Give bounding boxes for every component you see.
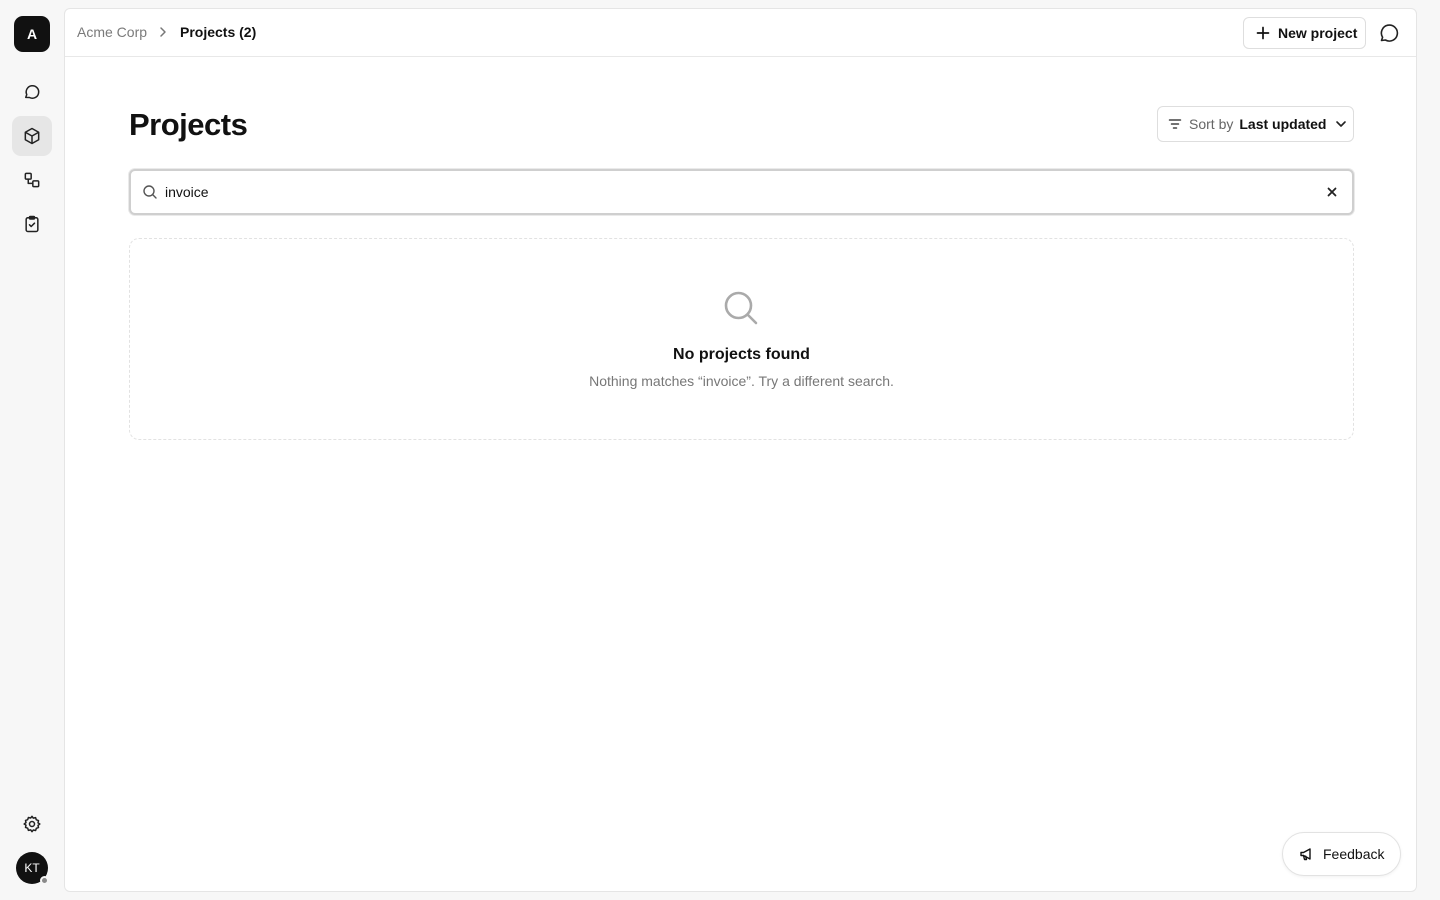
org-avatar[interactable]: A: [14, 16, 50, 52]
empty-state-message: Nothing matches “invoice”. Try a differe…: [589, 373, 894, 389]
new-project-label: New project: [1278, 25, 1358, 41]
search-field[interactable]: [129, 169, 1354, 215]
main-panel: Acme Corp Projects (2) New project Proje…: [64, 8, 1417, 892]
settings-button[interactable]: [12, 804, 52, 844]
breadcrumb-current: Projects (2): [180, 24, 257, 40]
workflow-icon: [24, 172, 40, 188]
new-project-button[interactable]: New project: [1243, 17, 1366, 49]
empty-state: No projects found Nothing matches “invoi…: [129, 238, 1354, 440]
search-icon: [143, 185, 157, 199]
user-avatar[interactable]: KT: [16, 852, 49, 885]
clear-search-icon[interactable]: [1324, 184, 1340, 200]
chevron-down-icon: [1336, 121, 1347, 127]
feedback-label: Feedback: [1323, 846, 1385, 862]
empty-state-title: No projects found: [673, 346, 810, 363]
breadcrumb-root[interactable]: Acme Corp: [77, 24, 147, 40]
sort-value: Last updated: [1239, 116, 1327, 132]
plus-icon: [1256, 26, 1270, 40]
workflows-nav-button[interactable]: [12, 160, 52, 200]
top-bar: Acme Corp Projects (2) New project: [65, 9, 1416, 57]
page-title: Projects: [129, 107, 248, 142]
assistant-chat-icon[interactable]: [1377, 21, 1401, 45]
chevron-right-icon: [160, 27, 166, 37]
tasks-nav-button[interactable]: [12, 204, 52, 244]
left-rail: A KT: [0, 0, 64, 900]
projects-nav-button[interactable]: [12, 116, 52, 156]
gear-icon: [23, 815, 41, 833]
chat-bubble-icon: [25, 84, 40, 99]
sort-label: Sort by: [1189, 116, 1234, 132]
user-initials: KT: [24, 861, 40, 875]
clipboard-check-icon: [25, 215, 39, 233]
chat-nav-button[interactable]: [12, 72, 52, 112]
sort-dropdown[interactable]: Sort by Last updated: [1157, 106, 1354, 142]
search-icon: [724, 291, 758, 325]
filter-lines-icon: [1168, 119, 1182, 129]
presence-indicator: [40, 876, 49, 885]
feedback-button[interactable]: Feedback: [1282, 832, 1401, 876]
cube-icon: [24, 127, 40, 145]
megaphone-icon: [1300, 848, 1311, 861]
search-input[interactable]: [165, 180, 1305, 204]
